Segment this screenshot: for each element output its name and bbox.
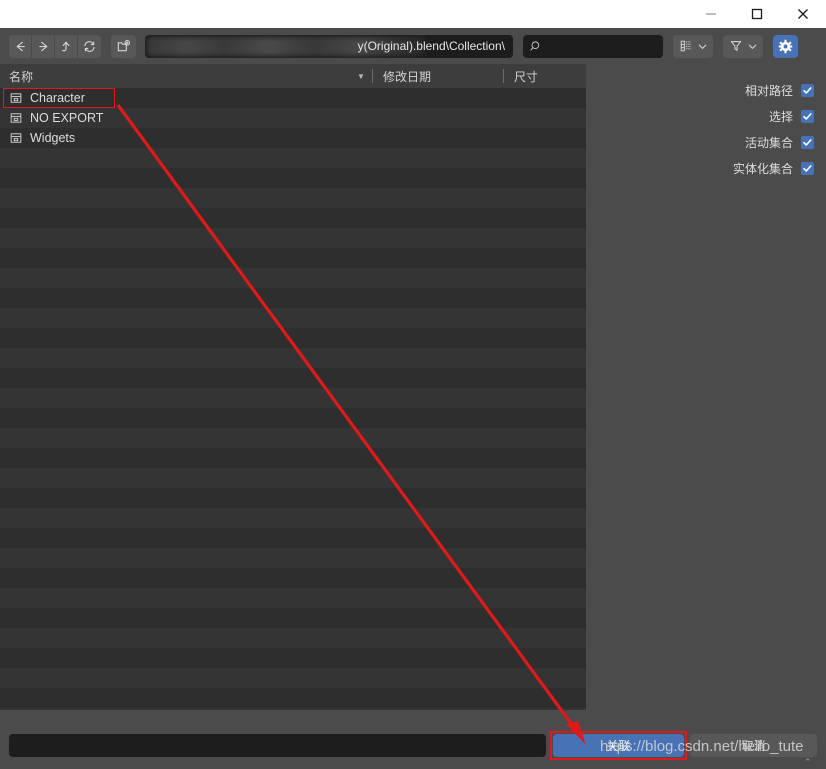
check-icon — [803, 138, 812, 146]
option-checkbox[interactable] — [801, 109, 814, 123]
file-list-empty-row[interactable] — [0, 308, 586, 328]
file-list-empty-row[interactable] — [0, 248, 586, 268]
option-label: 相对路径 — [744, 83, 793, 98]
file-list-empty-row[interactable] — [0, 548, 586, 568]
file-list-empty-row[interactable] — [0, 508, 586, 528]
window-minimize-button[interactable] — [688, 0, 734, 28]
column-header-size[interactable]: 尺寸 — [504, 68, 538, 85]
sort-indicator-icon[interactable]: ▼ — [350, 72, 372, 81]
check-icon — [803, 164, 812, 172]
filter-icon — [730, 41, 742, 51]
file-list-item-label: Widgets — [30, 131, 76, 145]
footer-bar: 关联 取消 — [0, 710, 826, 769]
gear-icon — [778, 39, 793, 53]
option-row[interactable]: 相对路径 — [586, 77, 826, 103]
new-folder-button[interactable] — [111, 34, 136, 58]
cancel-button[interactable]: 取消 — [690, 734, 817, 757]
file-browser-toolbar: y(Original).blend\Collection\ — [0, 28, 826, 64]
file-list-item[interactable]: NO EXPORT — [0, 108, 586, 128]
option-checkbox[interactable] — [801, 83, 814, 97]
file-list-empty-row[interactable] — [0, 568, 586, 588]
file-list-empty-row[interactable] — [0, 408, 586, 428]
file-list-empty-row[interactable] — [0, 208, 586, 228]
file-list-empty-row[interactable] — [0, 328, 586, 348]
file-list-empty-row[interactable] — [0, 288, 586, 308]
collection-icon — [10, 113, 22, 123]
file-list-item-label: Character — [30, 91, 85, 105]
search-input[interactable] — [523, 34, 663, 58]
check-icon — [803, 112, 812, 120]
file-list-empty-row[interactable] — [0, 388, 586, 408]
navigation-button-group — [9, 34, 101, 58]
filter-dropdown[interactable] — [723, 34, 763, 58]
search-icon — [530, 40, 540, 51]
option-label: 活动集合 — [744, 135, 793, 150]
back-button[interactable] — [9, 34, 32, 58]
confirm-link-button[interactable]: 关联 — [553, 734, 684, 757]
path-text: y(Original).blend\Collection\ — [357, 39, 505, 53]
file-list-empty-row[interactable] — [0, 488, 586, 508]
column-header-name[interactable]: 名称 — [0, 68, 350, 85]
file-list-empty-row[interactable] — [0, 268, 586, 288]
file-list-area: 名称 ▼ 修改日期 尺寸 Character NO EXPORT Widgets — [0, 64, 586, 710]
chevron-down-icon — [748, 44, 757, 49]
parent-directory-button[interactable] — [55, 34, 78, 58]
directory-path-input[interactable]: y(Original).blend\Collection\ — [145, 34, 513, 58]
resize-grip-icon[interactable]: ⌃ — [804, 757, 812, 768]
file-list-empty-row[interactable] — [0, 368, 586, 388]
column-header-date-modified[interactable]: 修改日期 — [373, 68, 503, 85]
window-close-button[interactable] — [780, 0, 826, 28]
file-list-empty-row[interactable] — [0, 348, 586, 368]
import-options-panel: 相对路径选择活动集合实体化集合 — [586, 64, 826, 710]
file-list-empty-row[interactable] — [0, 148, 586, 168]
file-list-empty-row[interactable] — [0, 668, 586, 688]
file-list-item[interactable]: Character — [0, 88, 586, 108]
file-list-empty-row[interactable] — [0, 628, 586, 648]
collection-icon — [10, 133, 22, 143]
file-list-empty-row[interactable] — [0, 648, 586, 668]
file-list-empty-row[interactable] — [0, 448, 586, 468]
chevron-down-icon — [698, 44, 707, 49]
window-titlebar — [0, 0, 826, 28]
file-list-empty-row[interactable] — [0, 528, 586, 548]
file-list-item-label: NO EXPORT — [30, 111, 104, 125]
file-list-empty-row[interactable] — [0, 588, 586, 608]
forward-button[interactable] — [32, 34, 55, 58]
option-checkbox[interactable] — [801, 135, 814, 149]
blender-file-browser-window: y(Original).blend\Collection\ 名称 ▼ 修改日期 … — [0, 0, 826, 769]
file-list-empty-row[interactable] — [0, 168, 586, 188]
filename-input[interactable] — [9, 734, 546, 757]
display-mode-dropdown[interactable] — [673, 34, 713, 58]
file-list-empty-row[interactable] — [0, 608, 586, 628]
file-list-item[interactable]: Widgets — [0, 128, 586, 148]
option-label: 实体化集合 — [732, 161, 793, 176]
window-maximize-button[interactable] — [734, 0, 780, 28]
check-icon — [803, 86, 812, 94]
option-label: 选择 — [768, 109, 793, 124]
file-list-empty-row[interactable] — [0, 228, 586, 248]
option-row[interactable]: 活动集合 — [586, 129, 826, 155]
refresh-button[interactable] — [78, 34, 101, 58]
file-list-empty-row[interactable] — [0, 468, 586, 488]
collection-icon — [10, 93, 22, 103]
file-list-empty-row[interactable] — [0, 188, 586, 208]
option-row[interactable]: 实体化集合 — [586, 155, 826, 181]
file-list-empty-row[interactable] — [0, 688, 586, 708]
file-list-empty-row[interactable] — [0, 428, 586, 448]
file-list-column-header: 名称 ▼ 修改日期 尺寸 — [0, 64, 586, 88]
file-list-rows: Character NO EXPORT Widgets — [0, 88, 586, 710]
option-checkbox[interactable] — [801, 161, 814, 175]
settings-button[interactable] — [773, 34, 798, 58]
option-row[interactable]: 选择 — [586, 103, 826, 129]
display-mode-icon — [680, 40, 691, 52]
